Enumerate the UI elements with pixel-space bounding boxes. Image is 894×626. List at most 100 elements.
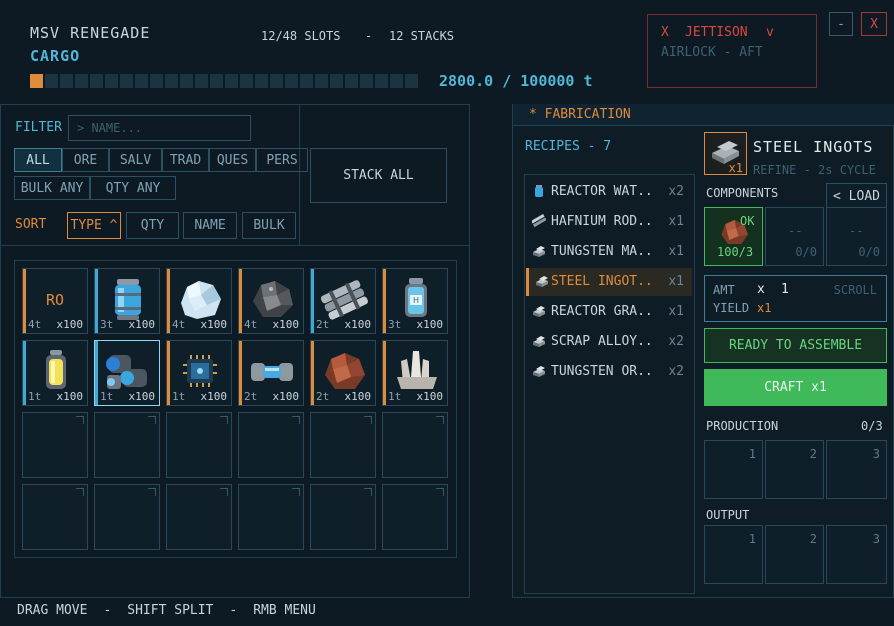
component-slot[interactable]: -- 0/0: [826, 207, 887, 266]
blue-lens-cluster-icon: [103, 347, 153, 395]
empty-cargo-slot[interactable]: [22, 484, 88, 550]
cargo-slot[interactable]: 2t x100: [310, 268, 376, 334]
stacks-count: 12 STACKS: [389, 29, 455, 43]
cargo-slot[interactable]: 1t x100: [22, 340, 88, 406]
recipe-label: REACTOR GRA..: [551, 304, 653, 319]
recipe-item[interactable]: TUNGSTEN OR.. x2: [526, 358, 692, 386]
recipe-item[interactable]: TUNGSTEN MA.. x1: [526, 238, 692, 266]
capacity-segment: [360, 74, 373, 88]
empty-cargo-slot[interactable]: [94, 412, 160, 478]
empty-cargo-slot[interactable]: [94, 484, 160, 550]
empty-cargo-slot[interactable]: [310, 484, 376, 550]
coupling-part-icon: [247, 347, 297, 395]
search-input[interactable]: > NAME...: [68, 115, 251, 141]
capacity-segment: [390, 74, 403, 88]
empty-cargo-slot[interactable]: [238, 412, 304, 478]
capacity-segment: [240, 74, 253, 88]
cargo-slot[interactable]: 1t x100: [382, 340, 448, 406]
component-slot[interactable]: -- 0/0: [765, 207, 824, 266]
amt-value[interactable]: 1: [781, 282, 789, 297]
jettison-dropdown[interactable]: X JETTISON v AIRLOCK - AFT: [647, 14, 817, 88]
stack-all-button[interactable]: STACK ALL: [310, 148, 447, 203]
filter-chip-pers[interactable]: PERS: [256, 148, 308, 172]
recipe-label: STEEL INGOT..: [551, 274, 653, 289]
item-quantity: x100: [272, 318, 300, 331]
slots-count: 12/48 SLOTS: [261, 29, 341, 43]
capacity-segment: [180, 74, 193, 88]
filter-chip-ques[interactable]: QUES: [209, 148, 256, 172]
corner-mark: [292, 416, 300, 424]
cargo-slot[interactable]: 2t x100: [238, 340, 304, 406]
cargo-slot[interactable]: 1t x100: [166, 340, 232, 406]
sort-type-button[interactable]: TYPE ^: [67, 212, 121, 239]
bulk-filter-dropdown[interactable]: BULK ANY: [14, 176, 90, 200]
item-weight: 4t: [172, 318, 186, 331]
production-slot[interactable]: 1: [704, 440, 763, 499]
cargo-slot[interactable]: 4t x100: [166, 268, 232, 334]
recipe-item[interactable]: STEEL INGOT.. x1: [526, 268, 692, 296]
footer-hints: DRAG MOVE - SHIFT SPLIT - RMB MENU: [17, 603, 316, 618]
production-slot[interactable]: 3: [826, 440, 887, 499]
recipe-count: x1: [668, 244, 684, 259]
corner-mark: [364, 488, 372, 496]
filter-chip-ore[interactable]: ORE: [62, 148, 109, 172]
capacity-segment: [210, 74, 223, 88]
recipe-item[interactable]: SCRAP ALLOY.. x2: [526, 328, 692, 356]
empty-cargo-slot[interactable]: [166, 484, 232, 550]
close-button[interactable]: X: [861, 12, 887, 36]
recipe-item[interactable]: REACTOR WAT.. x2: [526, 178, 692, 206]
load-button[interactable]: < LOAD: [826, 183, 887, 209]
item-quantity: x100: [416, 390, 444, 403]
item-weight: 1t: [388, 390, 402, 403]
item-weight: 3t: [388, 318, 402, 331]
craft-button[interactable]: CRAFT x1: [704, 369, 887, 406]
cargo-slot[interactable]: RO 4t x100: [22, 268, 88, 334]
sort-name-button[interactable]: NAME: [183, 212, 237, 239]
capacity-segment: [330, 74, 343, 88]
ship-name: MSV RENEGADE: [30, 24, 151, 42]
cargo-slot[interactable]: H 3t x100: [382, 268, 448, 334]
sort-bulk-button[interactable]: BULK: [242, 212, 296, 239]
filter-chip-salv[interactable]: SALV: [109, 148, 162, 172]
recipe-item[interactable]: HAFNIUM ROD.. x1: [526, 208, 692, 236]
empty-cargo-slot[interactable]: [22, 412, 88, 478]
item-quantity: x100: [344, 390, 372, 403]
capacity-segment: [375, 74, 388, 88]
production-slot[interactable]: 2: [765, 440, 824, 499]
steel-ingot-icon: [535, 274, 549, 288]
output-slot[interactable]: 3: [826, 525, 887, 584]
item-quantity: x100: [200, 318, 228, 331]
cargo-slot[interactable]: 4t x100: [238, 268, 304, 334]
qty-filter-dropdown[interactable]: QTY ANY: [90, 176, 176, 200]
slot-number: 1: [748, 447, 756, 461]
filter-chip-all[interactable]: ALL: [14, 148, 62, 172]
ingot-stack-icon: [532, 244, 546, 258]
output-label: OUTPUT: [706, 508, 750, 522]
item-weight: 3t: [100, 318, 114, 331]
recipe-item[interactable]: REACTOR GRA.. x1: [526, 298, 692, 326]
item-weight: 2t: [244, 390, 258, 403]
empty-cargo-slot[interactable]: [382, 412, 448, 478]
yield-value: x1: [757, 301, 772, 315]
item-weight: 2t: [316, 318, 330, 331]
output-slot[interactable]: 1: [704, 525, 763, 584]
component-slot[interactable]: OK 100/3: [704, 207, 763, 266]
sort-qty-button[interactable]: QTY: [126, 212, 179, 239]
filter-chip-trad[interactable]: TRAD: [162, 148, 209, 172]
product-icon: x1: [704, 132, 747, 175]
minimize-button[interactable]: -: [829, 12, 853, 36]
jettison-x-icon: X: [661, 25, 669, 40]
cargo-slot[interactable]: 3t x100: [94, 268, 160, 334]
ice-chunk-icon: [175, 275, 225, 323]
cargo-slot[interactable]: 1t x100: [94, 340, 160, 406]
empty-cargo-slot[interactable]: [382, 484, 448, 550]
empty-cargo-slot[interactable]: [166, 412, 232, 478]
empty-cargo-slot[interactable]: [310, 412, 376, 478]
output-slot[interactable]: 2: [765, 525, 824, 584]
cargo-slot[interactable]: 2t x100: [310, 340, 376, 406]
category-bar: [167, 269, 170, 333]
empty-cargo-slot[interactable]: [238, 484, 304, 550]
ready-status: READY TO ASSEMBLE: [704, 328, 887, 363]
item-weight: 1t: [172, 390, 186, 403]
component-amount: 100/3: [717, 245, 754, 259]
